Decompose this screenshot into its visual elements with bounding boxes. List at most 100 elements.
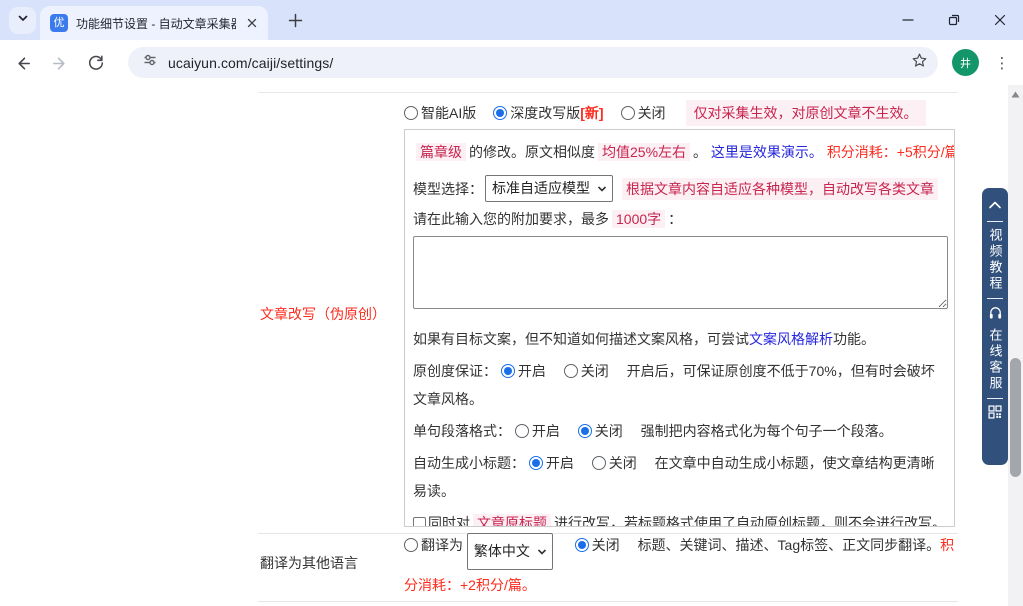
model-select-label: 模型选择： xyxy=(413,179,483,199)
sidebar-item-video-tutorial[interactable]: 视频教程 xyxy=(989,228,1002,292)
on-label: 开启 xyxy=(532,423,560,439)
sidebar-item-online-service[interactable]: 在线客服 xyxy=(989,328,1002,392)
qr-code-icon[interactable] xyxy=(988,405,1002,424)
intro-text: 的修改。原文相似度 xyxy=(469,144,595,160)
mode-option-label: 智能AI版 xyxy=(421,103,476,123)
rewrite-mode-row: 智能AI版 深度改写版[新] 关闭 仅对采集生效，对原创文章不生效。 xyxy=(404,100,929,126)
browser-menu-icon[interactable]: ⋮ xyxy=(994,51,1010,75)
radio-single-off[interactable] xyxy=(578,424,592,438)
extra-limit-code: 1000字 xyxy=(612,210,665,228)
rewrite-title-checkbox[interactable] xyxy=(413,517,426,527)
mode-option-deep-rewrite[interactable]: 深度改写版[新] xyxy=(493,103,603,123)
url-bar[interactable]: ucaiyun.com/caiji/settings/ xyxy=(128,47,938,78)
originality-row: 原创度保证： 开启 关闭 开启后，可保证原创度不低于70%，但有时会破坏文章风格… xyxy=(413,357,946,413)
mode-option-label: 关闭 xyxy=(638,103,666,123)
extra-requirements-textarea[interactable] xyxy=(413,236,948,309)
site-favicon-icon: 优 xyxy=(50,14,68,32)
url-text[interactable]: ucaiyun.com/caiji/settings/ xyxy=(168,55,911,71)
style-tip-line: 如果有目标文案，但不知道如何描述文案风格，可尝试文案风格解析功能。 xyxy=(413,325,946,353)
tab-search-button[interactable] xyxy=(9,7,36,34)
profile-avatar[interactable]: 井 xyxy=(952,49,979,76)
extra-text: 请在此输入您的附加要求，最多 xyxy=(413,211,609,227)
mode-option-close[interactable]: 关闭 xyxy=(621,103,666,123)
on-label: 开启 xyxy=(546,455,574,471)
tab-close-icon[interactable] xyxy=(244,15,260,31)
sidebar-divider xyxy=(987,221,1003,222)
language-select-value: 繁体中文 xyxy=(474,536,530,566)
translate-option-label: 翻译为 xyxy=(421,537,463,553)
translate-label: 翻译为其他语言 xyxy=(260,553,358,573)
single-sentence-note: 强制把内容格式化为每个句子一个段落。 xyxy=(641,423,893,439)
radio-translate-to[interactable] xyxy=(404,538,418,552)
page-scrollbar[interactable] xyxy=(1008,85,1023,606)
reload-button[interactable] xyxy=(85,52,107,74)
translate-note: 标题、关键词、描述、Tag标签、正文同步翻译。 xyxy=(638,537,941,553)
intro-line: 篇章级的修改。原文相似度均值25%左右。 这里是效果演示。 积分消耗：+5积分/… xyxy=(413,142,946,163)
intro-code-level: 篇章级 xyxy=(416,143,466,161)
section-divider xyxy=(258,92,958,93)
auto-subtitle-label: 自动生成小标题： xyxy=(413,455,525,471)
rewrite-title-text: 同时对 xyxy=(428,515,470,527)
headset-icon[interactable] xyxy=(988,305,1003,325)
close-window-button[interactable] xyxy=(977,0,1023,40)
on-label: 开启 xyxy=(518,363,546,379)
new-tab-button[interactable] xyxy=(286,11,305,30)
new-badge: [新] xyxy=(580,103,603,123)
minimize-button[interactable] xyxy=(885,0,931,40)
style-tip-text2: 功能。 xyxy=(833,331,875,347)
extra-colon: ： xyxy=(668,211,682,227)
off-label: 关闭 xyxy=(595,423,623,439)
bookmark-star-icon[interactable] xyxy=(911,52,928,74)
rewrite-title-text2: 进行改写，若标题格式使用了自动原创标题，则不会进行改写。 xyxy=(554,515,946,527)
radio-smart-ai[interactable] xyxy=(404,106,418,120)
translate-row: 翻译为 繁体中文 关闭 标题、关键词、描述、Tag标签、正文同步翻译。积分消耗：… xyxy=(404,530,957,600)
article-rewrite-label: 文章改写（伪原创） xyxy=(260,304,386,324)
mode-option-smart-ai[interactable]: 智能AI版 xyxy=(404,103,476,123)
forward-button[interactable] xyxy=(48,52,70,74)
extra-requirements-label: 请在此输入您的附加要求，最多1000字： xyxy=(413,209,946,230)
single-sentence-label: 单句段落格式： xyxy=(413,423,511,439)
language-select[interactable]: 繁体中文 xyxy=(467,533,553,570)
mode-option-label: 深度改写版 xyxy=(510,103,580,123)
restore-button[interactable] xyxy=(931,0,977,40)
tab-strip: 优 功能细节设置 - 自动文章采集器 xyxy=(0,0,1023,40)
chevron-up-icon[interactable] xyxy=(987,197,1003,215)
chevron-down-icon xyxy=(597,180,607,196)
radio-subtitle-off[interactable] xyxy=(592,456,606,470)
floating-sidebar: 视频教程 在线客服 xyxy=(982,188,1008,465)
page-content: 智能AI版 深度改写版[新] 关闭 仅对采集生效，对原创文章不生效。 文章改写（… xyxy=(0,85,1008,606)
close-option-label: 关闭 xyxy=(592,537,620,553)
radio-deep-rewrite[interactable] xyxy=(493,106,507,120)
radio-originality-on[interactable] xyxy=(501,364,515,378)
radio-mode-close[interactable] xyxy=(621,106,635,120)
style-tip-text: 如果有目标文案，但不知道如何描述文案风格，可尝试 xyxy=(413,331,749,347)
sidebar-divider xyxy=(987,298,1003,299)
radio-subtitle-on[interactable] xyxy=(529,456,543,470)
radio-single-on[interactable] xyxy=(515,424,529,438)
mode-note: 仅对采集生效，对原创文章不生效。 xyxy=(686,100,926,126)
original-title-code: 文章原标题 xyxy=(473,514,551,527)
rewrite-settings-panel: 篇章级的修改。原文相似度均值25%左右。 这里是效果演示。 积分消耗：+5积分/… xyxy=(404,129,955,527)
model-select[interactable]: 标准自适应模型 xyxy=(485,175,613,202)
demo-link[interactable]: 这里是效果演示。 xyxy=(711,144,823,160)
single-sentence-row: 单句段落格式： 开启 关闭 强制把内容格式化为每个句子一个段落。 xyxy=(413,417,946,445)
tab-title: 功能细节设置 - 自动文章采集器 xyxy=(76,15,236,32)
scrollbar-thumb[interactable] xyxy=(1010,358,1021,477)
off-label: 关闭 xyxy=(581,363,609,379)
model-select-value: 标准自适应模型 xyxy=(492,178,590,198)
site-info-icon[interactable] xyxy=(142,52,158,73)
model-select-note: 根据文章内容自适应各种模型，自动改写各类文章 xyxy=(622,178,938,200)
radio-translate-close[interactable] xyxy=(575,538,589,552)
scrollbar-up-arrow[interactable] xyxy=(1008,88,1023,100)
intro-code-similarity: 均值25%左右 xyxy=(598,143,690,161)
section-divider xyxy=(258,601,958,602)
style-analysis-link[interactable]: 文案风格解析 xyxy=(749,331,833,347)
back-button[interactable] xyxy=(12,52,34,74)
browser-tab[interactable]: 优 功能细节设置 - 自动文章采集器 xyxy=(40,6,268,40)
window-controls xyxy=(885,0,1023,40)
originality-label: 原创度保证： xyxy=(413,363,497,379)
cost-note: 积分消耗：+5积分/篇。 xyxy=(827,144,955,160)
radio-originality-off[interactable] xyxy=(564,364,578,378)
rewrite-title-row: 同时对文章原标题进行改写，若标题格式使用了自动原创标题，则不会进行改写。 xyxy=(413,509,946,527)
sidebar-divider xyxy=(987,398,1003,399)
